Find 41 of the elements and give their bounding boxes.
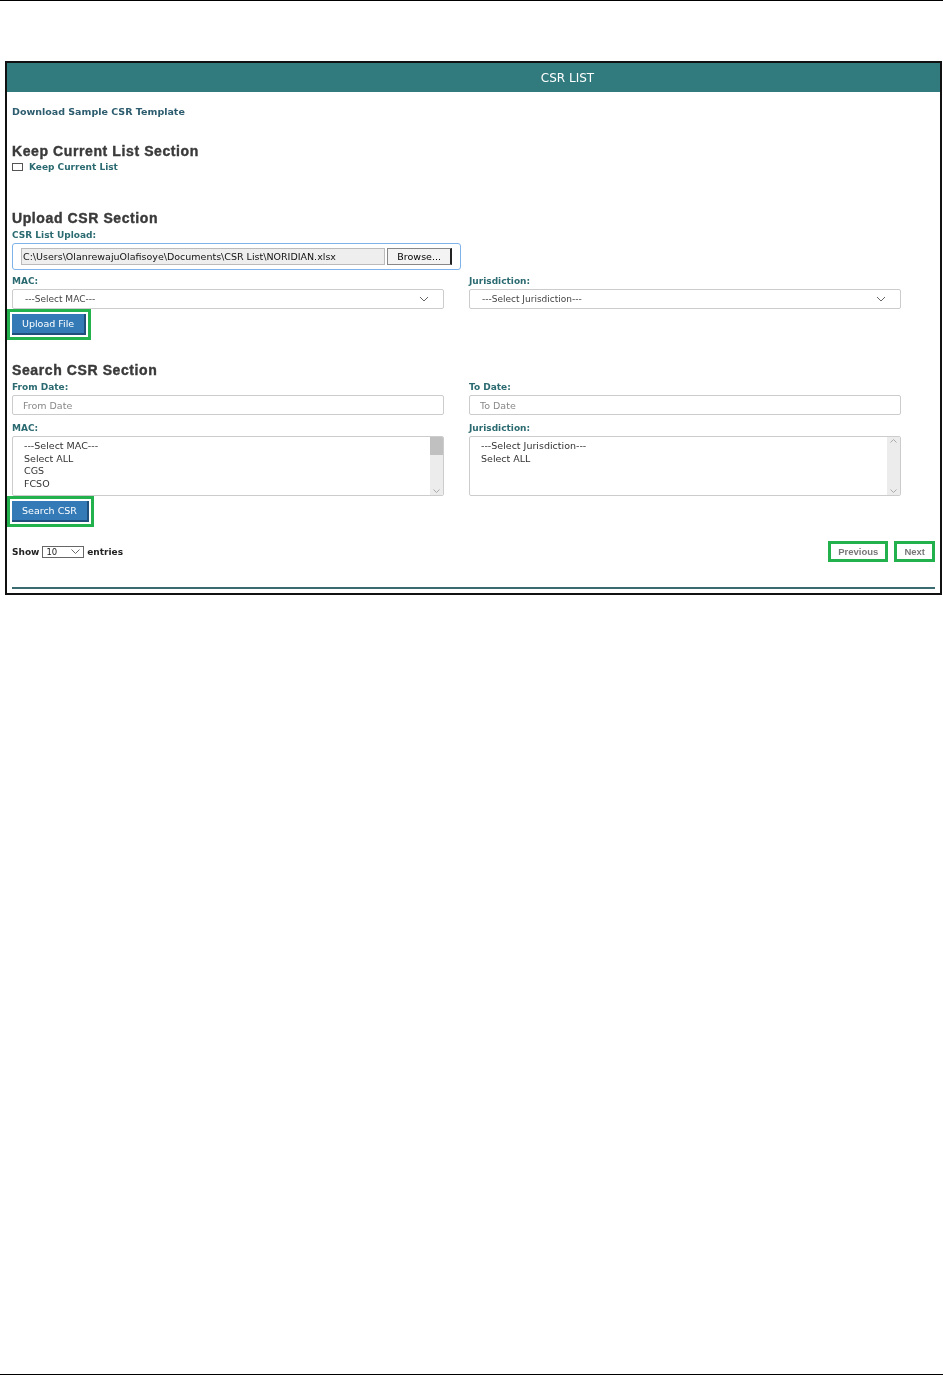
field-label: Jurisdiction: bbox=[469, 276, 531, 286]
entries-dropdown[interactable]: 10 bbox=[42, 545, 85, 558]
scrollbar[interactable] bbox=[887, 437, 900, 495]
upload-file-button[interactable]: Upload File bbox=[12, 314, 87, 335]
field-label: From Date: bbox=[12, 382, 69, 392]
list-option[interactable]: CGS bbox=[24, 465, 45, 479]
field-label: Jurisdiction: bbox=[469, 423, 531, 433]
mac-dropdown[interactable]: ---Select MAC--- bbox=[12, 289, 444, 309]
list-option[interactable]: FCSO bbox=[24, 478, 50, 491]
jurisdiction-dropdown[interactable]: ---Select Jurisdiction--- bbox=[469, 289, 901, 309]
multi-select-list[interactable]: ---Select Jurisdiction--- Select ALL bbox=[469, 436, 901, 496]
download-link[interactable]: Download Sample CSR Template bbox=[12, 106, 185, 117]
field-label: CSR List Upload: bbox=[12, 230, 97, 240]
list-option[interactable]: Select ALL bbox=[481, 452, 531, 466]
page-title: CSR LIST bbox=[540, 70, 595, 85]
list-option[interactable]: ---Select Jurisdiction--- bbox=[481, 440, 587, 453]
chevron-down-icon bbox=[876, 296, 886, 302]
browse-button[interactable]: Browse... bbox=[387, 248, 452, 265]
checkbox[interactable] bbox=[12, 163, 23, 171]
chevron-down-icon bbox=[71, 549, 81, 554]
to-date-field[interactable]: To Date bbox=[469, 395, 901, 415]
show-label: Show bbox=[12, 546, 40, 557]
multi-select-list[interactable]: ---Select MAC--- Select ALL CGS FCSO bbox=[12, 436, 444, 496]
field-label: MAC: bbox=[12, 276, 39, 286]
field-label: MAC: bbox=[12, 423, 39, 433]
field-label: To Date: bbox=[469, 382, 511, 392]
search-csr-button[interactable]: Search CSR bbox=[12, 501, 89, 522]
section-heading: Keep Current List Section bbox=[12, 143, 199, 159]
entries-label: entries bbox=[87, 546, 124, 557]
section-heading: Upload CSR Section bbox=[12, 210, 159, 226]
list-option[interactable]: ---Select MAC--- bbox=[24, 440, 99, 453]
scrollbar[interactable] bbox=[430, 437, 443, 495]
list-option[interactable]: Select ALL bbox=[24, 452, 74, 466]
scroll-down-icon[interactable] bbox=[433, 489, 440, 493]
checkbox-label: Keep Current List bbox=[29, 162, 118, 172]
section-heading: Search CSR Section bbox=[12, 362, 158, 378]
from-date-field[interactable]: From Date bbox=[12, 395, 444, 415]
file-path-field[interactable]: C:\Users\OlanrewajuOlafisoye\Documents\CSR List\NORIDIAN.xlsx bbox=[21, 248, 386, 265]
scroll-down-icon[interactable] bbox=[890, 489, 897, 493]
scroll-up-icon[interactable] bbox=[890, 439, 897, 443]
chevron-down-icon bbox=[419, 296, 429, 302]
